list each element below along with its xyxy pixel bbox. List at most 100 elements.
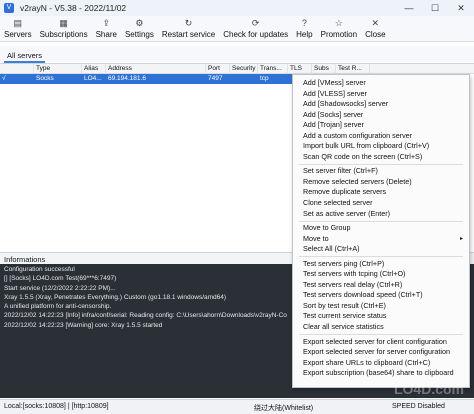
column-header-port[interactable]: Port [206, 64, 230, 74]
menu-item-add-socks-server[interactable]: Add [Socks] server [293, 110, 469, 121]
menu-item-label: Add [Socks] server [303, 109, 364, 119]
toolbar-button-label: Help [296, 30, 313, 39]
menu-item-sort-by-test-result[interactable]: Sort by test result (Ctrl+E) [293, 301, 469, 312]
menu-item-import-bulk-url-from-clipboard[interactable]: Import bulk URL from clipboard (Ctrl+V) [293, 141, 469, 152]
table-header: Type Alias Address Port Security Trans..… [0, 64, 474, 74]
menu-item-label: Export share URLs to clipboard (Ctrl+C) [303, 357, 431, 367]
column-header-transport[interactable]: Trans... [258, 64, 288, 74]
menu-item-add-trojan-server[interactable]: Add [Trojan] server [293, 120, 469, 131]
servers-icon: ▤ [13, 18, 23, 28]
update-icon: ⟳ [251, 18, 260, 28]
menu-item-label: Test servers download speed (Ctrl+T) [303, 290, 423, 300]
close-window-button[interactable]: ✕ [448, 0, 474, 16]
column-header-test-result[interactable]: Test R... [336, 64, 370, 74]
menu-item-label: Test servers ping (Ctrl+P) [303, 258, 385, 268]
menu-item-test-servers-ping[interactable]: Test servers ping (Ctrl+P) [293, 259, 469, 270]
menu-item-label: Remove duplicate servers [303, 187, 387, 197]
submenu-arrow-icon: ▸ [459, 235, 463, 242]
menu-item-export-selected-server-for-server-configuration[interactable]: Export selected server for server config… [293, 347, 469, 358]
menu-item-set-as-active-server[interactable]: Set as active server (Enter) [293, 209, 469, 220]
menu-item-export-share-urls-to-clipboard[interactable]: Export share URLs to clipboard (Ctrl+C) [293, 358, 469, 369]
menu-item-remove-selected-servers[interactable]: Remove selected servers (Delete) [293, 177, 469, 188]
menu-item-label: Add [VMess] server [303, 78, 366, 87]
minimize-button[interactable]: — [396, 0, 422, 16]
subscriptions-icon: ▦ [59, 18, 68, 28]
menu-item-test-servers-real-delay[interactable]: Test servers real delay (Ctrl+R) [293, 280, 469, 291]
toolbar-button-servers[interactable]: ▤ Servers [0, 16, 36, 42]
toolbar-button-share[interactable]: ⇪ Share [92, 16, 121, 42]
help-icon: ? [301, 18, 307, 28]
menu-item-label: Set as active server (Enter) [303, 208, 391, 218]
toolbar-button-label: Close [365, 30, 386, 39]
menu-item-scan-qr-code-on-the-screen[interactable]: Scan QR code on the screen (Ctrl+S) [293, 152, 469, 163]
toolbar-button-promotion[interactable]: ☆ Promotion [317, 16, 361, 42]
menu-item-label: Set server filter (Ctrl+F) [303, 166, 378, 176]
menu-item-move-to-group[interactable]: Move to Group [293, 223, 469, 234]
toolbar-button-label: Check for updates [223, 30, 289, 39]
menu-item-move-to[interactable]: Move to ▸ [293, 234, 469, 245]
toolbar-button-label: Promotion [320, 30, 358, 39]
info-panel-title: Informations [4, 255, 46, 264]
toolbar-button-label: Subscriptions [39, 30, 88, 39]
row-alias: LO4... [84, 75, 102, 82]
menu-item-select-all[interactable]: Select All (Ctrl+A) [293, 244, 469, 255]
column-header-security[interactable]: Security [230, 64, 258, 74]
menu-item-set-server-filter[interactable]: Set server filter (Ctrl+F) [293, 166, 469, 177]
table-row[interactable]: √ Socks LO4... 69.194.181.6 7497 tcp [0, 74, 310, 84]
maximize-button[interactable]: ☐ [422, 0, 448, 16]
menu-item-remove-duplicate-servers[interactable]: Remove duplicate servers [293, 187, 469, 198]
toolbar-button-close[interactable]: ✕ Close [361, 16, 389, 42]
menu-item-label: Remove selected servers (Delete) [303, 176, 412, 186]
menu-separator [299, 334, 463, 336]
menu-item-label: Move to [303, 233, 329, 243]
menu-item-test-current-service-status[interactable]: Test current service status [293, 311, 469, 322]
menu-item-label: Test current service status [303, 311, 387, 321]
menu-item-label: Export subscription (base64) share to cl… [303, 368, 454, 378]
tab-all-servers[interactable]: All servers [4, 50, 46, 63]
speed-status: SPEED Disabled [392, 403, 445, 410]
menu-item-label: Test servers real delay (Ctrl+R) [303, 279, 403, 289]
toolbar-button-label: Settings [124, 30, 154, 39]
column-header-check[interactable] [0, 64, 34, 74]
menu-item-test-servers-with-tcping[interactable]: Test servers with tcping (Ctrl+O) [293, 269, 469, 280]
menu-item-label: Select All (Ctrl+A) [303, 244, 360, 254]
settings-icon: ⚙ [135, 18, 144, 28]
menu-item-label: Add [Trojan] server [303, 120, 364, 130]
toolbar-button-label: Share [95, 30, 117, 39]
row-address: 69.194.181.6 [108, 75, 146, 82]
menu-separator [299, 220, 463, 222]
toolbar-button-subscriptions[interactable]: ▦ Subscriptions [36, 16, 92, 42]
row-check-mark: √ [2, 75, 6, 82]
menu-item-label: Scan QR code on the screen (Ctrl+S) [303, 151, 423, 161]
menu-item-add-a-custom-configuration-server[interactable]: Add a custom configuration server [293, 131, 469, 142]
toolbar-button-settings[interactable]: ⚙ Settings [121, 16, 158, 42]
menu-item-add-vless-server[interactable]: Add [VLESS] server [293, 89, 469, 100]
menu-item-add-shadowsocks-server[interactable]: Add [Shadowsocks] server [293, 99, 469, 110]
menu-item-test-servers-download-speed[interactable]: Test servers download speed (Ctrl+T) [293, 290, 469, 301]
toolbar-button-check-for-updates[interactable]: ⟳ Check for updates [219, 16, 292, 42]
column-header-address[interactable]: Address [106, 64, 206, 74]
title-bar: V v2rayN - V5.38 - 2022/11/02 — ☐ ✕ [0, 0, 474, 16]
window-title: v2rayN - V5.38 - 2022/11/02 [20, 3, 127, 13]
menu-item-add-vmess-server[interactable]: Add [VMess] server [293, 78, 469, 89]
toolbar-button-help[interactable]: ? Help [292, 16, 316, 42]
routing-status[interactable]: 绕过大陆(Whitelist) [254, 403, 313, 413]
column-header-tls[interactable]: TLS [288, 64, 312, 74]
column-header-type[interactable]: Type [34, 64, 82, 74]
row-security [230, 74, 258, 84]
column-header-alias[interactable]: Alias [82, 64, 106, 74]
menu-item-clear-all-service-statistics[interactable]: Clear all service statistics [293, 322, 469, 333]
toolbar-button-restart-service[interactable]: ↻ Restart service [158, 16, 219, 42]
menu-item-export-selected-server-for-client-configuration[interactable]: Export selected server for client config… [293, 337, 469, 348]
restart-icon: ↻ [184, 18, 193, 28]
menu-item-clone-selected-server[interactable]: Clone selected server [293, 198, 469, 209]
column-header-subs[interactable]: Subs [312, 64, 336, 74]
row-port: 7497 [208, 75, 223, 82]
menu-item-label: Add [Shadowsocks] server [303, 99, 389, 109]
menu-item-export-subscription-share-to-clipboard[interactable]: Export subscription (base64) share to cl… [293, 368, 469, 379]
menu-item-label: Import bulk URL from clipboard (Ctrl+V) [303, 141, 430, 151]
row-type: Socks [36, 75, 54, 82]
window-controls: — ☐ ✕ [396, 0, 474, 16]
group-tabbar: All servers [0, 46, 474, 63]
local-ports-status: Local:[socks:10808] | [http:10809] [4, 403, 109, 410]
